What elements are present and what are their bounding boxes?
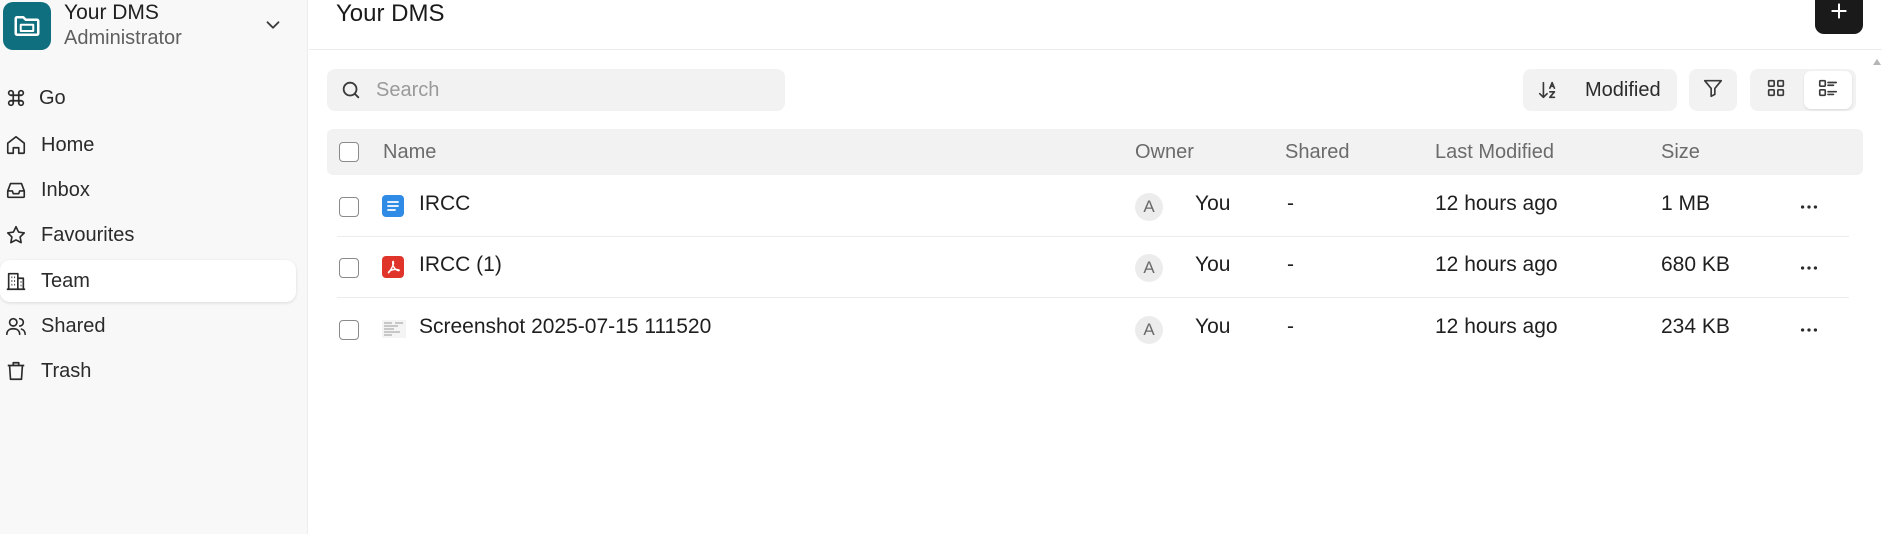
view-toggle	[1750, 69, 1856, 111]
sidebar-item-label: Shared	[41, 314, 106, 337]
file-size: 680 KB	[1661, 253, 1730, 276]
file-name[interactable]: Screenshot 2025-07-15 111520	[419, 315, 711, 339]
table-row[interactable]: Screenshot 2025-07-15 111520 A You - 12 …	[327, 300, 1863, 360]
scroll-up-arrow-icon[interactable]	[1872, 54, 1882, 65]
plus-icon	[1829, 1, 1849, 26]
avatar: A	[1135, 316, 1163, 344]
document-file-icon	[382, 195, 404, 217]
last-modified: 12 hours ago	[1435, 315, 1558, 338]
top-bar: Your DMS	[309, 0, 1882, 50]
more-actions-icon[interactable]	[1797, 318, 1821, 342]
workspace-logo	[3, 2, 51, 50]
row-divider	[337, 236, 1849, 237]
search-box[interactable]	[327, 69, 785, 111]
shared-value: -	[1287, 253, 1294, 276]
sidebar-item-label: Team	[41, 269, 90, 292]
trash-icon	[3, 358, 29, 384]
star-icon	[3, 222, 29, 248]
select-all-checkbox[interactable]	[339, 142, 359, 162]
file-name[interactable]: IRCC (1)	[419, 253, 502, 277]
add-button[interactable]	[1815, 0, 1863, 34]
sidebar-item-label: Go	[39, 86, 66, 109]
sidebar-item-label: Favourites	[41, 223, 135, 246]
row-checkbox[interactable]	[339, 258, 359, 278]
sidebar-item-label: Inbox	[41, 178, 90, 201]
users-icon	[3, 313, 29, 339]
shared-value: -	[1287, 192, 1294, 215]
image-thumbnail-icon	[382, 318, 406, 340]
avatar: A	[1135, 254, 1163, 282]
grid-view-button[interactable]	[1752, 71, 1800, 109]
column-header-last-modified[interactable]: Last Modified	[1435, 141, 1554, 164]
shared-value: -	[1287, 315, 1294, 338]
row-checkbox[interactable]	[339, 320, 359, 340]
list-view-button[interactable]	[1804, 71, 1852, 109]
file-name[interactable]: IRCC	[419, 192, 470, 216]
sort-control[interactable]: Modified	[1523, 69, 1677, 111]
sidebar-item-label: Home	[41, 133, 95, 156]
last-modified: 12 hours ago	[1435, 192, 1558, 215]
column-header-shared[interactable]: Shared	[1285, 141, 1350, 164]
file-size: 234 KB	[1661, 315, 1730, 338]
sidebar-item-label: Trash	[41, 359, 92, 382]
workspace-name: Your DMS	[64, 1, 159, 24]
inbox-icon	[3, 177, 29, 203]
sidebar-item-shared[interactable]: Shared	[0, 305, 296, 347]
table-header: Name Owner Shared Last Modified Size	[327, 129, 1863, 175]
building-icon	[3, 268, 29, 294]
sort-field-label[interactable]: Modified	[1585, 79, 1661, 102]
row-divider	[337, 297, 1849, 298]
table-row[interactable]: IRCC (1) A You - 12 hours ago 680 KB	[327, 238, 1863, 298]
column-header-size[interactable]: Size	[1661, 141, 1700, 164]
column-header-name[interactable]: Name	[383, 141, 436, 164]
sidebar-item-inbox[interactable]: Inbox	[0, 169, 296, 211]
sidebar: Your DMS Administrator Go Home Inbox Fav…	[0, 0, 308, 534]
table-row[interactable]: IRCC A You - 12 hours ago 1 MB	[327, 177, 1863, 237]
avatar: A	[1135, 193, 1163, 221]
owner-name: You	[1195, 315, 1231, 338]
workspace-role: Administrator	[64, 27, 182, 49]
list-icon	[1817, 77, 1839, 104]
search-icon	[338, 77, 364, 103]
workspace-switcher[interactable]: Your DMS Administrator	[0, 0, 308, 52]
column-header-owner[interactable]: Owner	[1135, 141, 1194, 164]
chevron-down-icon[interactable]	[262, 14, 284, 36]
sidebar-item-go[interactable]: Go	[0, 77, 296, 119]
sidebar-item-favourites[interactable]: Favourites	[0, 214, 296, 256]
owner-name: You	[1195, 253, 1231, 276]
sidebar-item-trash[interactable]: Trash	[0, 350, 296, 392]
main-content: Your DMS Modified	[309, 0, 1882, 534]
last-modified: 12 hours ago	[1435, 253, 1558, 276]
search-input[interactable]	[376, 78, 756, 102]
filter-icon	[1702, 77, 1724, 104]
sidebar-item-team[interactable]: Team	[0, 260, 296, 302]
more-actions-icon[interactable]	[1797, 256, 1821, 280]
owner-name: You	[1195, 192, 1231, 215]
page-title: Your DMS	[336, 0, 445, 27]
filter-button[interactable]	[1689, 69, 1737, 111]
home-icon	[3, 132, 29, 158]
command-icon	[3, 85, 29, 111]
sidebar-item-home[interactable]: Home	[0, 124, 296, 166]
sort-ascending-icon[interactable]	[1535, 77, 1561, 103]
more-actions-icon[interactable]	[1797, 195, 1821, 219]
grid-icon	[1765, 77, 1787, 104]
pdf-file-icon	[382, 256, 404, 278]
row-checkbox[interactable]	[339, 197, 359, 217]
file-size: 1 MB	[1661, 192, 1711, 215]
